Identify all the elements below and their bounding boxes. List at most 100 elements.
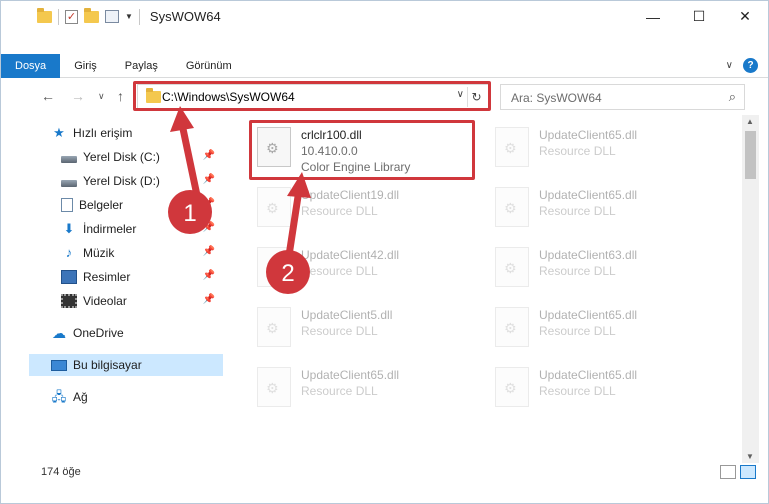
- file-name: UpdateClient65.dll: [539, 308, 638, 322]
- file-item[interactable]: UpdateClient65.dll Resource DLL: [489, 361, 719, 419]
- file-description: Resource DLL: [539, 264, 616, 278]
- recent-locations-icon[interactable]: ∨: [98, 91, 105, 102]
- sidebar-item-documents[interactable]: Belgeler 📌: [61, 194, 223, 216]
- customize-icon[interactable]: [105, 10, 119, 23]
- item-count: 174 öğe: [41, 466, 81, 478]
- file-description: Resource DLL: [301, 264, 378, 278]
- dll-file-icon: [495, 187, 529, 227]
- pin-icon[interactable]: 📌: [203, 174, 215, 185]
- pin-icon[interactable]: 📌: [203, 294, 215, 305]
- pin-icon[interactable]: 📌: [203, 150, 215, 161]
- properties-check-icon[interactable]: ✓: [65, 9, 78, 24]
- disk-icon: [61, 179, 77, 187]
- star-icon: ★: [53, 125, 65, 140]
- pin-icon[interactable]: 📌: [203, 246, 215, 257]
- file-name: UpdateClient5.dll: [301, 308, 393, 322]
- tab-file[interactable]: Dosya: [1, 54, 61, 78]
- sidebar-item-videos[interactable]: Videolar 📌: [61, 290, 223, 312]
- tab-home[interactable]: Giriş: [60, 54, 111, 78]
- back-arrow-icon[interactable]: ←: [41, 88, 55, 104]
- ribbon-tabs: Dosya Giriş Paylaş Görünüm: [1, 54, 246, 78]
- sidebar-item-this-pc[interactable]: Bu bilgisayar: [29, 354, 223, 376]
- ribbon: Dosya Giriş Paylaş Görünüm ∨ ?: [1, 54, 768, 78]
- file-item[interactable]: UpdateClient65.dll Resource DLL: [251, 361, 481, 419]
- tab-view[interactable]: Görünüm: [172, 54, 246, 78]
- large-icons-view-icon[interactable]: [740, 465, 756, 479]
- pin-icon[interactable]: 📌: [203, 270, 215, 281]
- search-input[interactable]: Ara: SysWOW64 ⌕: [500, 84, 745, 110]
- status-bar: 174 öğe: [1, 463, 768, 485]
- sidebar-item-quick-access[interactable]: ★ Hızlı erişim: [51, 122, 221, 144]
- search-placeholder: Ara: SysWOW64: [511, 91, 602, 105]
- folder-icon[interactable]: [37, 7, 52, 23]
- address-highlight-box: [133, 81, 491, 111]
- sidebar-item-downloads[interactable]: ⬇ İndirmeler 📌: [61, 218, 223, 240]
- chevron-down-icon[interactable]: ▼: [125, 12, 133, 21]
- dll-file-icon: [495, 367, 529, 407]
- view-buttons: [720, 465, 756, 479]
- file-name: UpdateClient65.dll: [539, 368, 638, 382]
- pictures-icon: [61, 270, 77, 284]
- cloud-icon: ☁: [52, 325, 66, 341]
- sidebar-item-network[interactable]: 🖧 Ağ: [51, 386, 223, 408]
- download-icon: ⬇: [63, 221, 75, 236]
- new-folder-icon[interactable]: [84, 7, 99, 23]
- sidebar-item-onedrive[interactable]: ☁ OneDrive: [51, 322, 223, 344]
- documents-icon: [61, 198, 73, 212]
- file-item[interactable]: UpdateClient65.dll Resource DLL: [489, 181, 719, 239]
- sidebar-item-label: Yerel Disk (C:): [83, 150, 160, 164]
- sidebar-item-label: OneDrive: [73, 326, 124, 340]
- up-arrow-icon[interactable]: ↑: [117, 88, 124, 104]
- file-description: Resource DLL: [301, 204, 378, 218]
- sidebar-item-label: Hızlı erişim: [73, 126, 133, 140]
- disk-icon: [61, 155, 77, 163]
- search-icon[interactable]: ⌕: [729, 89, 736, 105]
- file-name: UpdateClient65.dll: [539, 188, 638, 202]
- sidebar-item-local-disk-d[interactable]: Yerel Disk (D:) 📌: [61, 170, 223, 192]
- sidebar-item-label: Yerel Disk (D:): [83, 174, 160, 188]
- help-icon[interactable]: ?: [743, 58, 758, 73]
- scroll-up-icon[interactable]: ▲: [746, 117, 754, 126]
- file-item[interactable]: UpdateClient5.dll Resource DLL: [251, 301, 481, 359]
- file-item[interactable]: UpdateClient63.dll Resource DLL: [489, 241, 719, 299]
- dll-file-icon: [257, 247, 291, 287]
- tab-share[interactable]: Paylaş: [111, 54, 172, 78]
- file-explorer-window: ✓ ▼ SysWOW64 — ☐ ✕ Dosya Giriş Paylaş Gö…: [0, 0, 769, 504]
- navigation-pane: ★ Hızlı erişim Yerel Disk (C:) 📌 Yerel D…: [1, 119, 225, 463]
- file-item[interactable]: UpdateClient65.dll Resource DLL: [489, 121, 719, 179]
- scroll-thumb[interactable]: [745, 131, 756, 179]
- minimize-button[interactable]: —: [630, 1, 676, 32]
- sidebar-item-label: Belgeler: [79, 198, 124, 212]
- sidebar-item-label: Müzik: [83, 246, 115, 260]
- videos-icon: [61, 294, 77, 308]
- file-description: Resource DLL: [539, 144, 616, 158]
- computer-icon: [51, 359, 67, 371]
- vertical-scrollbar[interactable]: ▲ ▼: [742, 115, 759, 463]
- sidebar-item-label: İndirmeler: [83, 222, 137, 236]
- file-item[interactable]: UpdateClient42.dll Resource DLL: [251, 241, 481, 299]
- file-description: Resource DLL: [539, 384, 616, 398]
- details-view-icon[interactable]: [720, 465, 736, 479]
- dll-file-icon: [495, 307, 529, 347]
- close-button[interactable]: ✕: [722, 1, 768, 32]
- sidebar-item-local-disk-c[interactable]: Yerel Disk (C:) 📌: [61, 146, 223, 168]
- maximize-button[interactable]: ☐: [676, 1, 722, 32]
- scroll-down-icon[interactable]: ▼: [746, 452, 754, 461]
- pin-icon[interactable]: 📌: [203, 198, 215, 209]
- sidebar-item-label: Videolar: [83, 294, 127, 308]
- file-name: UpdateClient42.dll: [301, 248, 400, 262]
- file-name: UpdateClient65.dll: [539, 128, 638, 142]
- title-bar: ✓ ▼ SysWOW64 — ☐ ✕: [1, 1, 768, 32]
- divider: [138, 8, 140, 25]
- sidebar-item-pictures[interactable]: Resimler 📌: [61, 266, 223, 288]
- file-item[interactable]: UpdateClient65.dll Resource DLL: [489, 301, 719, 359]
- forward-arrow-icon[interactable]: →: [71, 88, 85, 104]
- sidebar-item-music[interactable]: ♪ Müzik 📌: [61, 242, 223, 264]
- pin-icon[interactable]: 📌: [203, 222, 215, 233]
- expand-ribbon-icon[interactable]: ∨: [726, 60, 733, 71]
- window-title: SysWOW64: [149, 9, 221, 24]
- file-name: UpdateClient65.dll: [301, 368, 400, 382]
- address-row: ← → ∨ ↑ C:\Windows\SysWOW64 ∨ ↻ Ara: Sys…: [1, 79, 768, 115]
- file-item[interactable]: UpdateClient19.dll Resource DLL: [251, 181, 481, 239]
- network-icon: 🖧: [51, 389, 67, 404]
